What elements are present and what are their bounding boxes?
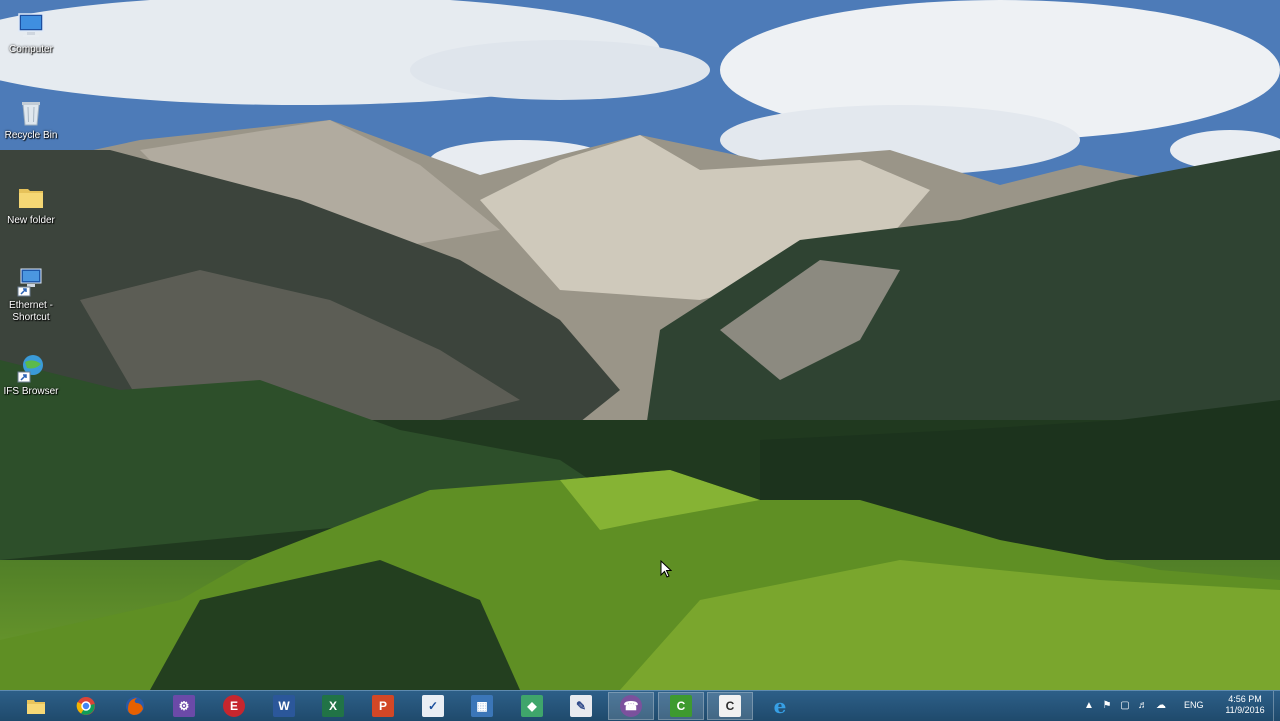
internet-explorer-icon: e: [773, 694, 787, 718]
taskbar-word[interactable]: W: [261, 692, 307, 720]
desktop-icon-new-folder[interactable]: New folder: [2, 177, 60, 227]
input-language-indicator[interactable]: ENG: [1184, 700, 1204, 710]
taskbar-chrome[interactable]: [63, 692, 109, 720]
clock-time: 4:56 PM: [1228, 694, 1262, 704]
taskbar-internet-explorer[interactable]: e: [757, 692, 803, 720]
camtasia-icon: C: [670, 695, 692, 717]
taskbar-camtasia-dark[interactable]: C: [707, 692, 753, 720]
action-center-flag-icon[interactable]: ⚑: [1100, 699, 1114, 713]
desktop-icon-label: New folder: [7, 215, 55, 226]
ifs-browser-icon: [17, 355, 43, 383]
taskbar-app-grid[interactable]: ▦: [459, 692, 505, 720]
app-red-e-icon: E: [223, 695, 245, 717]
chrome-icon: [76, 697, 95, 715]
desktop[interactable]: Computer Recycle Bin New folder Ethernet…: [0, 0, 1280, 690]
taskbar-viber[interactable]: ☎: [608, 692, 654, 720]
grid-app-icon: ▦: [471, 695, 493, 717]
network-shortcut-icon: [17, 268, 42, 297]
desktop-icon-ethernet-shortcut[interactable]: Ethernet - Shortcut: [2, 262, 60, 324]
checkmark-app-icon: ✓: [422, 695, 444, 717]
folder-icon: [19, 189, 43, 208]
display-icon[interactable]: ▢: [1118, 699, 1132, 713]
desktop-icon-label: Computer: [9, 44, 53, 55]
show-desktop-button[interactable]: [1273, 691, 1280, 721]
desktop-icon-label: Recycle Bin: [4, 130, 58, 141]
clock-date: 11/9/2016: [1225, 705, 1265, 715]
firefox-icon: [126, 697, 144, 715]
clock[interactable]: 4:56 PM 11/9/2016: [1220, 694, 1270, 716]
volume-icon[interactable]: ♬: [1136, 699, 1150, 713]
taskbar-firefox[interactable]: [112, 692, 158, 720]
taskbar-app-map[interactable]: ◆: [509, 692, 555, 720]
recycle-bin-icon: [22, 102, 40, 126]
wallpaper-mountain-landscape: [0, 0, 1280, 690]
taskbar-app-pen[interactable]: ✎: [558, 692, 604, 720]
mouse-cursor-icon: [660, 560, 672, 578]
word-icon: W: [273, 695, 295, 717]
taskbar-app-check[interactable]: ✓: [410, 692, 456, 720]
map-app-icon: ◆: [521, 695, 543, 717]
computer-icon: [18, 13, 44, 37]
folder-icon: [27, 700, 45, 714]
desktop-icon-recycle-bin[interactable]: Recycle Bin: [2, 92, 60, 142]
pen-app-icon: ✎: [570, 695, 592, 717]
network-icon[interactable]: ☁: [1154, 699, 1168, 713]
excel-icon: X: [322, 695, 344, 717]
app-purple-icon: ⚙: [173, 695, 195, 717]
powerpoint-icon: P: [372, 695, 394, 717]
system-tray: ▲ ⚑ ▢ ♬ ☁ ENG 4:56 PM 11/9/2016: [1080, 691, 1280, 721]
desktop-icon-computer[interactable]: Computer: [2, 6, 60, 56]
desktop-icon-label: IFS Browser: [3, 386, 59, 397]
show-hidden-icons-arrow-icon[interactable]: ▲: [1082, 699, 1096, 713]
taskbar-app-red-e[interactable]: E: [211, 692, 257, 720]
taskbar-camtasia-green[interactable]: C: [658, 692, 704, 720]
desktop-icon-ifs-browser[interactable]: IFS Browser: [2, 348, 60, 398]
taskbar: ⚙ E W X P ✓ ▦ ◆ ✎ ☎ C C e ▲ ⚑ ▢ ♬ ☁ ENG: [0, 690, 1280, 721]
camtasia-dark-icon: C: [719, 695, 741, 717]
taskbar-powerpoint[interactable]: P: [360, 692, 406, 720]
taskbar-file-explorer[interactable]: [13, 692, 59, 720]
desktop-icon-label: Ethernet - Shortcut: [9, 300, 53, 323]
taskbar-app-purple[interactable]: ⚙: [161, 692, 207, 720]
taskbar-excel[interactable]: X: [310, 692, 356, 720]
viber-icon: ☎: [620, 695, 642, 717]
